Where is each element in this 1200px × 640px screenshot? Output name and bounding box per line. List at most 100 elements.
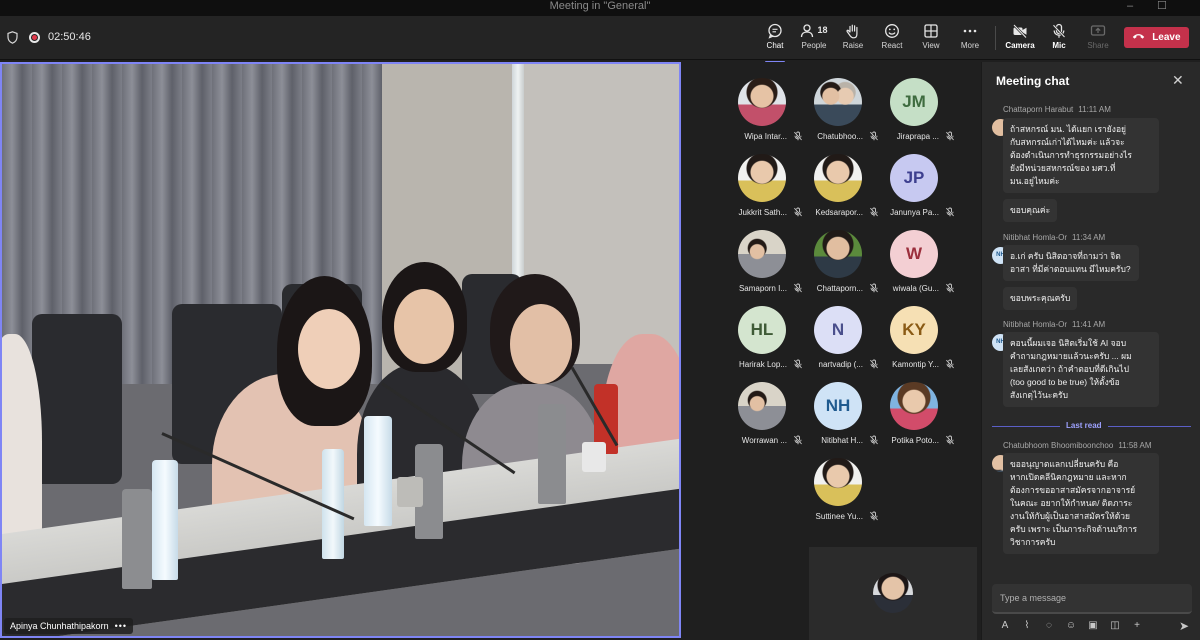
- maximize-icon[interactable]: ☐: [1157, 0, 1167, 12]
- participant-name: nartvadip (...: [818, 360, 863, 369]
- phone-hangup-icon: [1132, 32, 1148, 43]
- leave-button[interactable]: Leave: [1124, 27, 1189, 48]
- people-button[interactable]: 18 People: [794, 21, 834, 57]
- chat-message-list[interactable]: Chattaporn Harabut 11:11 AM ถ้าสหกรณ์ มน.…: [982, 100, 1200, 580]
- format-icon[interactable]: A: [998, 618, 1012, 634]
- smiley-icon: [872, 21, 912, 39]
- loop-icon[interactable]: ◌: [1042, 618, 1056, 634]
- message-header: Nitibhat Homla-Or 11:41 AM: [1003, 320, 1105, 329]
- participant-tile[interactable]: KY Kamontip Y...: [875, 306, 955, 378]
- raise-hand-button[interactable]: Raise: [833, 21, 873, 57]
- window-title-bar: Meeting in "General" – ☐: [0, 0, 1200, 16]
- avatar-initials: W: [905, 244, 923, 263]
- participant-tile[interactable]: Potika Poto...: [875, 382, 955, 454]
- gif-icon[interactable]: ▣: [1086, 618, 1100, 634]
- leave-label: Leave: [1152, 32, 1181, 43]
- participant-tile[interactable]: Jukkrit Sath...: [723, 154, 803, 226]
- send-icon[interactable]: ➤: [1179, 618, 1189, 634]
- participant-tile[interactable]: NH Nitibhat H...: [799, 382, 879, 454]
- active-speaker-label: Apinya Chunhathipakorn •••: [4, 618, 134, 634]
- add-icon[interactable]: +: [1130, 618, 1144, 634]
- avatar: [814, 154, 862, 202]
- message-line: อ.เก่ ครับ นิสิตอาจที่ถามว่า จิต: [1010, 251, 1121, 261]
- participant-tile[interactable]: Kedsarapor...: [799, 154, 879, 226]
- emoji-icon[interactable]: ☺: [1064, 618, 1078, 634]
- participant-tile[interactable]: Samaporn I...: [723, 230, 803, 302]
- message-line: หากเปิดคลีนิคกฎหมาย และหาก: [1010, 472, 1127, 482]
- chat-message[interactable]: ถ้าสหกรณ์ มน. ได้แยก เรายังอยู่ กับสหกรณ…: [1003, 118, 1159, 193]
- avatar: [738, 154, 786, 202]
- participant-tile[interactable]: Chatubhoo...: [799, 78, 879, 150]
- chat-label: Chat: [766, 41, 784, 50]
- message-sender: Chattaporn Harabut: [1003, 105, 1074, 114]
- message-line: (too good to be true) ให้ตั้งข้อ: [1010, 377, 1120, 387]
- participant-gallery: Wipa Intar... Chatubhoo... JM Jiraprapa ...…: [683, 62, 981, 640]
- avatar: [814, 230, 862, 278]
- participant-tile[interactable]: Chattaporn...: [799, 230, 879, 302]
- participant-tile[interactable]: HL Harirak Lop...: [723, 306, 803, 378]
- camera-button[interactable]: Camera: [1000, 21, 1040, 57]
- self-view-video[interactable]: [809, 547, 977, 640]
- participant-tile[interactable]: Wipa Intar...: [723, 78, 803, 150]
- view-button[interactable]: View: [911, 21, 951, 57]
- participant-name: Jukkrit Sath...: [738, 208, 787, 217]
- close-icon[interactable]: ✕: [1172, 72, 1184, 89]
- participant-name: Wipa Intar...: [744, 132, 787, 141]
- mic-muted-icon: [945, 207, 955, 217]
- message-compose-box[interactable]: [992, 584, 1192, 614]
- avatar: [814, 78, 862, 126]
- message-line: ต้องการขออาสาสมัครจากอาจารย์: [1010, 485, 1136, 495]
- avatar: [738, 230, 786, 278]
- message-sender: Nitibhat Homla-Or: [1003, 233, 1068, 242]
- avatar: N: [814, 306, 862, 354]
- sticker-icon[interactable]: ◫: [1108, 618, 1122, 634]
- chat-message[interactable]: ขออนุญาตแลกเปลี่ยนครับ คือ หากเปิดคลีนิค…: [1003, 453, 1159, 554]
- participant-tile[interactable]: Wwiwala (Gu...: [875, 230, 955, 302]
- message-line: คอนนี้ผมเจอ นิสิตเริ่มใช้ AI จอบ: [1010, 338, 1127, 348]
- participant-name: Nitibhat H...: [821, 436, 863, 445]
- participant-tile[interactable]: Nnartvadip (...: [799, 306, 879, 378]
- camera-off-icon: [1000, 21, 1040, 39]
- message-line: ต้องดำเนินการทำธุรกรรมอย่างไร: [1010, 150, 1132, 160]
- react-button[interactable]: React: [872, 21, 912, 57]
- more-label: More: [960, 41, 980, 50]
- message-header: Chatubhoom Bhoomiboonchoo 11:58 AM: [1003, 441, 1152, 450]
- participant-name: Chatubhoo...: [817, 132, 863, 141]
- speaker-more-icon[interactable]: •••: [115, 621, 127, 631]
- participant-name: wiwala (Gu...: [892, 284, 939, 293]
- minimize-icon[interactable]: –: [1127, 0, 1133, 12]
- raise-label: Raise: [842, 41, 864, 50]
- chat-message[interactable]: ขอบคุณค่ะ: [1003, 199, 1058, 222]
- attach-icon[interactable]: ⌇: [1020, 618, 1034, 634]
- share-icon: [1078, 21, 1118, 39]
- mic-off-icon: [1039, 21, 1079, 39]
- shield-icon[interactable]: [7, 31, 18, 44]
- participant-tile[interactable]: JP Janunya Pa...: [875, 154, 955, 226]
- mic-muted-icon: [869, 511, 879, 521]
- hand-icon: [833, 21, 873, 39]
- message-line: สังเกตุไว้นะครับ: [1010, 390, 1068, 400]
- message-input[interactable]: [992, 584, 1192, 612]
- participant-tile[interactable]: Suttinee Yu...: [799, 458, 879, 530]
- participant-tile[interactable]: JM Jiraprapa ...: [875, 78, 955, 150]
- message-line: ถ้าสหกรณ์ มน. ได้แยก เรายังอยู่: [1010, 124, 1127, 134]
- avatar: JM: [890, 78, 938, 126]
- chat-message[interactable]: คอนนี้ผมเจอ นิสิตเริ่มใช้ AI จอบ คำถามกฎ…: [1003, 332, 1159, 407]
- compose-toolbar: A ⌇ ◌ ☺ ▣ ◫ + ➤: [992, 618, 1192, 636]
- more-button[interactable]: More: [950, 21, 990, 57]
- message-header: Nitibhat Homla-Or 11:34 AM: [1003, 233, 1105, 242]
- avatar-initials: NH: [825, 396, 851, 415]
- mic-button[interactable]: Mic: [1039, 21, 1079, 57]
- message-time: 11:11 AM: [1078, 105, 1111, 114]
- message-line: ขอบคุณค่ะ: [1010, 205, 1051, 215]
- share-button[interactable]: Share: [1078, 21, 1118, 57]
- participant-tile[interactable]: Worrawan ...: [723, 382, 803, 454]
- chat-message[interactable]: ขอบพระคุณครับ: [1003, 287, 1078, 310]
- react-label: React: [881, 41, 903, 50]
- chat-button[interactable]: Chat: [755, 21, 795, 63]
- main-video-stage[interactable]: Apinya Chunhathipakorn •••: [0, 62, 681, 638]
- avatar-initials: N: [831, 320, 845, 339]
- mic-muted-icon: [945, 435, 955, 445]
- chat-message[interactable]: อ.เก่ ครับ นิสิตอาจที่ถามว่า จิต อาสา ที…: [1003, 245, 1139, 281]
- avatar: JP: [890, 154, 938, 202]
